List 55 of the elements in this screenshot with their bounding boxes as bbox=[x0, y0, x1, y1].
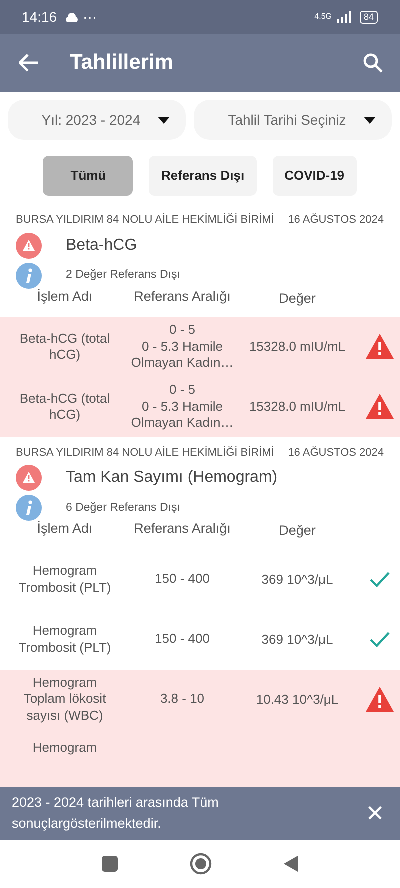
test-name: Hemogram Toplam lökosit sayısı (WBC) bbox=[24, 675, 106, 723]
filter-tab[interactable]: Tümü bbox=[43, 156, 134, 196]
reference-range: 3.8 - 10 bbox=[160, 691, 205, 706]
back-button[interactable] bbox=[18, 53, 40, 73]
snackbar-message: 2023 - 2024 tarihleri arasında Tüm sonuçlargösterilmektedir. bbox=[12, 794, 220, 833]
signal-icon bbox=[336, 11, 352, 23]
filter-tab[interactable]: Referans Dışı bbox=[149, 156, 257, 196]
result-date: 16 AĞUSTOS 2024 bbox=[288, 212, 384, 228]
page-title: Tahlillerim bbox=[70, 50, 174, 76]
recents-button[interactable] bbox=[102, 856, 118, 872]
column-header: Değer bbox=[279, 523, 316, 538]
facility-name: BURSA YILDIRIM 84 NOLU AİLE HEKİMLİĞİ BİRİMİ bbox=[16, 212, 274, 228]
filter-tab[interactable]: COVID-19 bbox=[272, 156, 357, 196]
test-name: Beta-hCG (total hCG) bbox=[20, 330, 110, 362]
network-label: 4.5G bbox=[314, 11, 332, 23]
facility-name: BURSA YILDIRIM 84 NOLU AİLE HEKİMLİĞİ BİRİMİ bbox=[16, 446, 274, 461]
warning-icon bbox=[16, 232, 42, 258]
back-nav-button[interactable] bbox=[284, 856, 298, 872]
info-icon bbox=[16, 262, 42, 288]
reference-range: 150 - 400 bbox=[155, 571, 210, 586]
caret-icon bbox=[364, 116, 376, 124]
test-name: Hemogram Trombosit (PLT) bbox=[18, 623, 112, 654]
result-value: 10.43 10^3/μL bbox=[256, 692, 339, 707]
test-name: Beta-hCG (total hCG) bbox=[20, 390, 110, 422]
result-value: 369 10^3/μL bbox=[262, 632, 334, 647]
test-name: Hemogram Trombosit (PLT) bbox=[18, 563, 112, 594]
more-dots: ··· bbox=[83, 8, 98, 26]
test-title: Beta-hCG bbox=[66, 236, 138, 256]
result-value: 15328.0 mIU/mL bbox=[249, 399, 346, 414]
reference-range: 150 - 400 bbox=[155, 631, 210, 646]
battery-indicator: 84 bbox=[360, 10, 378, 24]
filter-dropdown[interactable]: Yıl: 2023 - 2024 bbox=[8, 100, 186, 140]
test-name: Hemogram bbox=[32, 740, 98, 754]
test-title: Tam Kan Sayımı (Hemogram) bbox=[66, 468, 278, 488]
column-header: Referans Aralığı bbox=[134, 288, 231, 304]
reference-range: 0 - 5 0 - 5.3 Hamile Olmayan Kadın… bbox=[131, 382, 234, 430]
search-button[interactable] bbox=[362, 52, 384, 74]
info-icon bbox=[16, 495, 42, 522]
column-header: İşlem Adı bbox=[37, 288, 93, 304]
filter-dropdown[interactable]: Tahlil Tarihi Seçiniz bbox=[194, 100, 392, 140]
out-of-range-summary: 2 Değer Referans Dışı bbox=[66, 268, 180, 283]
column-header: Değer bbox=[279, 290, 316, 306]
cloud-icon bbox=[65, 12, 80, 22]
result-date: 16 AĞUSTOS 2024 bbox=[288, 446, 384, 461]
close-button[interactable]: × bbox=[362, 798, 388, 828]
column-header: İşlem Adı bbox=[37, 521, 93, 536]
column-header: Referans Aralığı bbox=[134, 521, 231, 536]
result-value: 15328.0 mIU/mL bbox=[249, 339, 346, 354]
result-value: 369 10^3/μL bbox=[262, 572, 334, 587]
status-time: 14:16 bbox=[22, 8, 58, 26]
reference-range: 0 - 5 0 - 5.3 Hamile Olmayan Kadın… bbox=[131, 322, 234, 370]
warning-icon bbox=[16, 465, 42, 492]
caret-icon bbox=[158, 116, 170, 124]
out-of-range-summary: 6 Değer Referans Dışı bbox=[66, 500, 180, 516]
home-button[interactable] bbox=[190, 853, 212, 875]
